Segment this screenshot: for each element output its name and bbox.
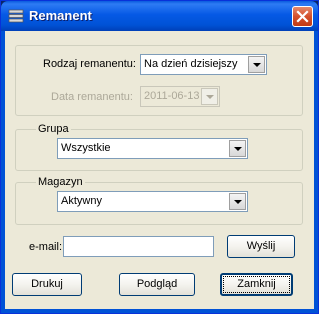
chevron-down-icon[interactable]	[248, 56, 265, 73]
preview-button[interactable]: Podgląd	[119, 273, 195, 296]
rodzaj-remanentu-value: Na dzień dzisiejszy	[144, 58, 238, 70]
data-remanentu-picker: 2011-06-13	[140, 86, 220, 107]
grupa-group-label: Grupa	[36, 123, 71, 135]
rodzaj-remanentu-label: Rodzaj remanentu:	[43, 58, 136, 70]
close-icon	[296, 10, 309, 23]
email-field[interactable]	[63, 236, 214, 257]
window-title: Remanent	[29, 8, 92, 23]
rodzaj-remanentu-select[interactable]: Na dzień dzisiejszy	[140, 54, 267, 75]
dialog-client-area: Rodzaj remanentu: Na dzień dzisiejszy Da…	[5, 31, 314, 309]
window-frame-bottom	[1, 309, 318, 313]
data-remanentu-value: 2011-06-13	[144, 90, 200, 102]
chevron-down-icon	[201, 88, 218, 105]
chevron-down-icon[interactable]	[229, 193, 246, 210]
data-remanentu-label: Data remanentu:	[51, 91, 133, 103]
window-app-icon	[8, 9, 24, 23]
magazyn-group-label: Magazyn	[36, 176, 85, 188]
email-label: e-mail:	[29, 241, 63, 253]
dialog-window: Remanent Rodzaj remanentu: Na dzień dzis…	[0, 0, 319, 314]
title-bar[interactable]: Remanent	[1, 1, 318, 31]
print-button[interactable]: Drukuj	[12, 273, 82, 296]
grupa-select[interactable]: Wszystkie	[57, 138, 248, 159]
magazyn-select[interactable]: Aktywny	[57, 191, 248, 212]
close-window-button[interactable]	[292, 6, 313, 27]
window-frame-right	[314, 31, 318, 309]
magazyn-value: Aktywny	[61, 195, 102, 207]
send-email-button[interactable]: Wyślij	[227, 235, 295, 258]
zamknij-button[interactable]: Zamknij	[220, 273, 293, 296]
grupa-value: Wszystkie	[61, 142, 111, 154]
chevron-down-icon[interactable]	[229, 140, 246, 157]
